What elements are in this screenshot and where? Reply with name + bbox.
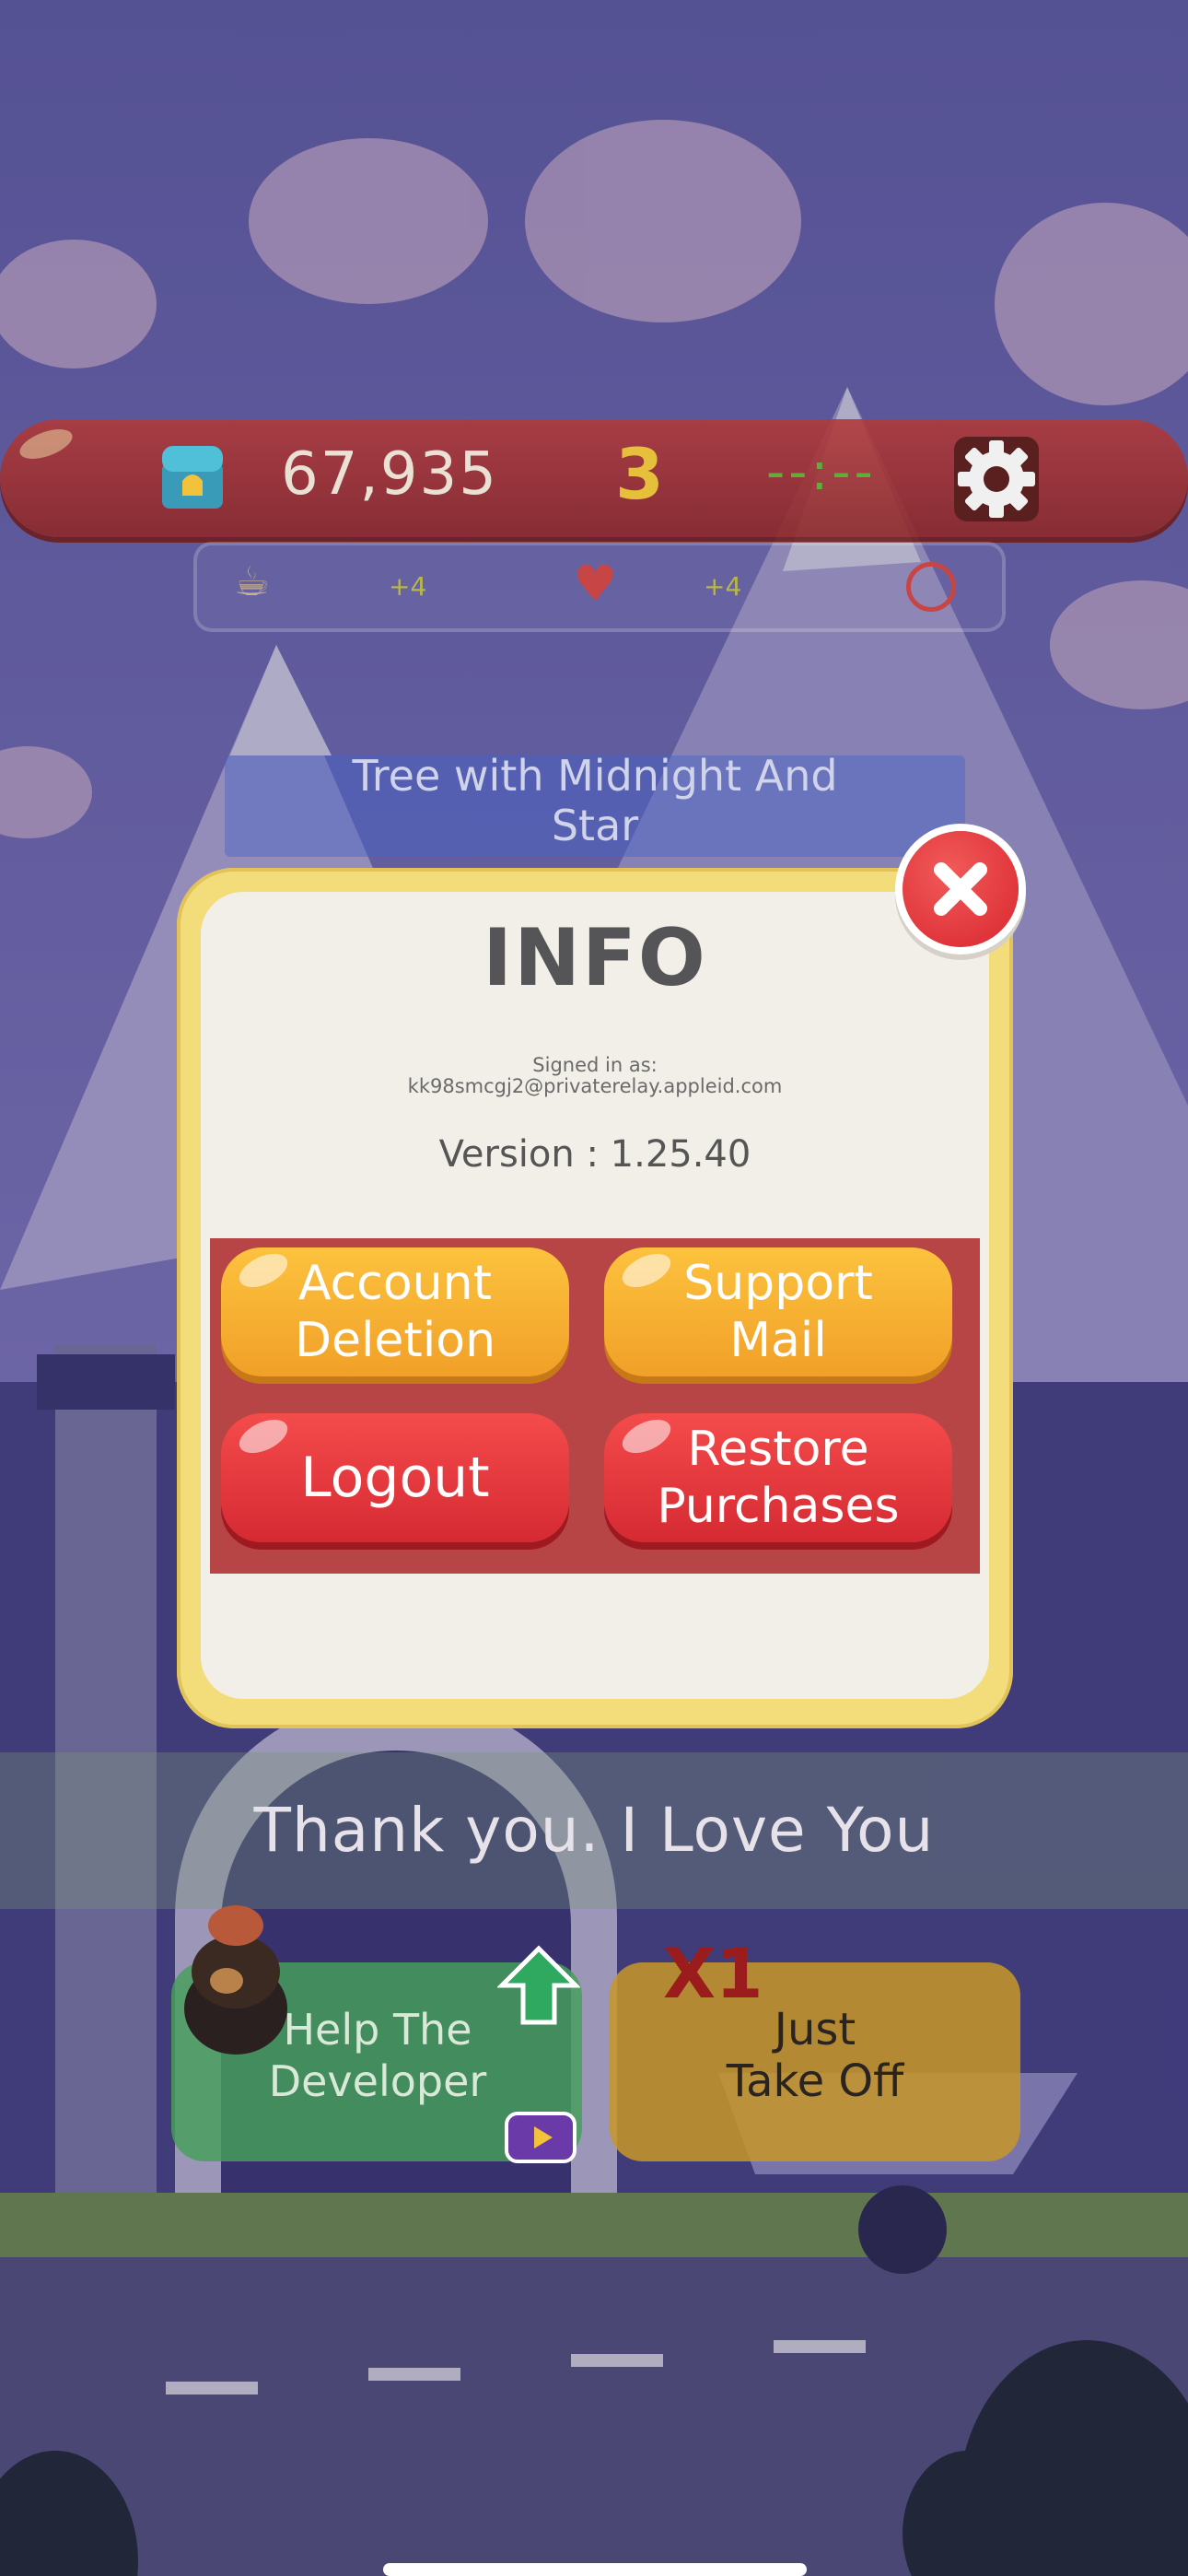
- coffee-cups-icon: ☕: [234, 558, 271, 605]
- level-name: Tree with Midnight And Star: [352, 751, 838, 850]
- heart-icon: ♥: [573, 555, 618, 613]
- heart-bonus: +4: [704, 571, 742, 602]
- button-shine: [617, 1247, 676, 1294]
- no-ads-icon[interactable]: [906, 562, 956, 612]
- coin-count: 67,935: [281, 440, 498, 509]
- gear-icon: [958, 440, 1035, 518]
- treasure-chest-icon[interactable]: [158, 440, 227, 512]
- restore-purchases-button[interactable]: Restore Purchases: [604, 1412, 952, 1542]
- button-shine: [234, 1247, 293, 1294]
- restore-purchases-label: Restore Purchases: [657, 1422, 900, 1534]
- account-deletion-button[interactable]: Account Deletion: [221, 1247, 569, 1376]
- help-developer-label: Help The Developer: [268, 2005, 487, 2106]
- multiplier-badge: X1: [663, 1935, 763, 2014]
- signed-in-email: kk98smcgj2@privaterelay.appleid.com: [407, 1075, 783, 1097]
- bar-gloss: [16, 423, 76, 465]
- take-off-label: Just Take Off: [726, 2004, 904, 2107]
- up-arrow-icon: [495, 1944, 582, 2031]
- settings-button[interactable]: [954, 437, 1039, 521]
- stats-row: ☕ +4 ♥ +4: [193, 542, 1006, 632]
- dialog-title: INFO: [483, 912, 707, 1004]
- level-number: 3: [615, 433, 664, 515]
- button-shine: [234, 1412, 293, 1460]
- signed-in-label: Signed in as:: [532, 1054, 658, 1076]
- support-mail-button[interactable]: Support Mail: [604, 1247, 952, 1376]
- coffee-bonus: +4: [389, 571, 427, 602]
- account-deletion-label: Account Deletion: [294, 1256, 496, 1368]
- timer: --:--: [766, 442, 877, 502]
- support-mail-label: Support Mail: [683, 1256, 873, 1368]
- logout-button[interactable]: Logout: [221, 1412, 569, 1542]
- logout-label: Logout: [300, 1446, 490, 1510]
- version-label: Version : 1.25.40: [438, 1133, 751, 1176]
- close-button[interactable]: [903, 831, 1019, 947]
- thanks-text: Thank you. I Love You: [253, 1795, 935, 1866]
- video-ad-icon: [503, 2102, 578, 2171]
- home-indicator[interactable]: [383, 2563, 807, 2576]
- close-icon: [934, 862, 987, 916]
